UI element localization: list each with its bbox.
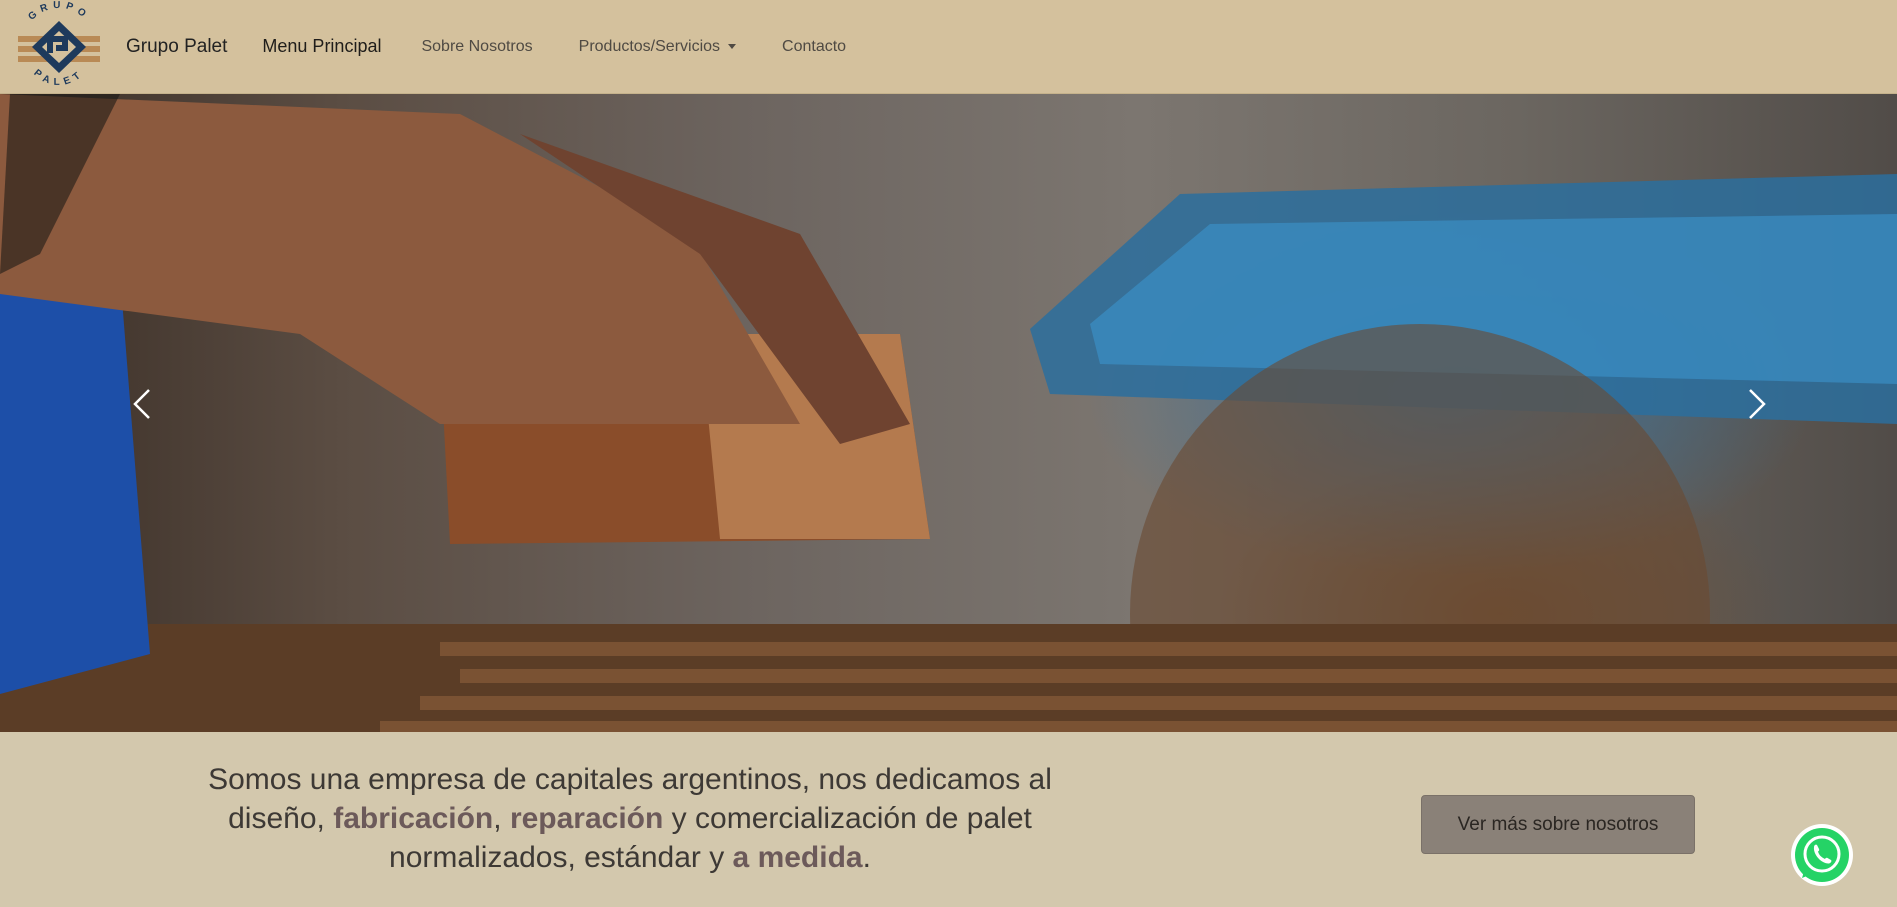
svg-text:GRUPO: GRUPO bbox=[26, 1, 91, 23]
brand-link[interactable]: Grupo Palet bbox=[126, 36, 227, 58]
intro-part3: . bbox=[862, 841, 871, 874]
carousel-prev-button[interactable] bbox=[112, 374, 172, 434]
nav-productos-servicios-dropdown[interactable]: Productos/Servicios bbox=[578, 37, 737, 56]
chevron-right-icon bbox=[1749, 389, 1766, 419]
nav-contacto-label: Contacto bbox=[782, 37, 847, 55]
intro-paragraph: Somos una empresa de capitales argentino… bbox=[180, 760, 1080, 877]
nav-sobre-nosotros[interactable]: Sobre Nosotros bbox=[421, 38, 532, 56]
nav-menu-principal[interactable]: Menu Principal bbox=[262, 36, 381, 57]
intro-sep1: , bbox=[493, 802, 510, 835]
intro-highlight-a-medida: a medida bbox=[732, 841, 863, 874]
nav-contacto[interactable]: Contacto bbox=[782, 38, 846, 56]
ver-mas-sobre-nosotros-button[interactable]: Ver más sobre nosotros bbox=[1421, 795, 1695, 854]
whatsapp-icon[interactable] bbox=[1790, 823, 1854, 887]
navbar: GRUPO PALET Grupo Palet Menu Principal S… bbox=[0, 0, 1897, 94]
chevron-left-icon bbox=[133, 389, 150, 419]
nav-sobre-nosotros-label: Sobre Nosotros bbox=[421, 37, 533, 55]
nav-links: Menu Principal Sobre Nosotros Productos/… bbox=[262, 36, 892, 57]
nav-productos-servicios-label: Productos/Servicios bbox=[578, 37, 721, 55]
intro-highlight-reparacion: reparación bbox=[509, 802, 664, 835]
caret-down-icon bbox=[728, 44, 737, 49]
intro-highlight-fabricacion: fabricación bbox=[333, 802, 494, 835]
hero-carousel bbox=[0, 94, 1897, 732]
grupo-palet-logo[interactable]: GRUPO PALET bbox=[10, 1, 108, 93]
carousel-next-button[interactable] bbox=[1727, 374, 1787, 434]
nav-menu-principal-label: Menu Principal bbox=[262, 36, 382, 56]
hero-image bbox=[0, 94, 1897, 732]
